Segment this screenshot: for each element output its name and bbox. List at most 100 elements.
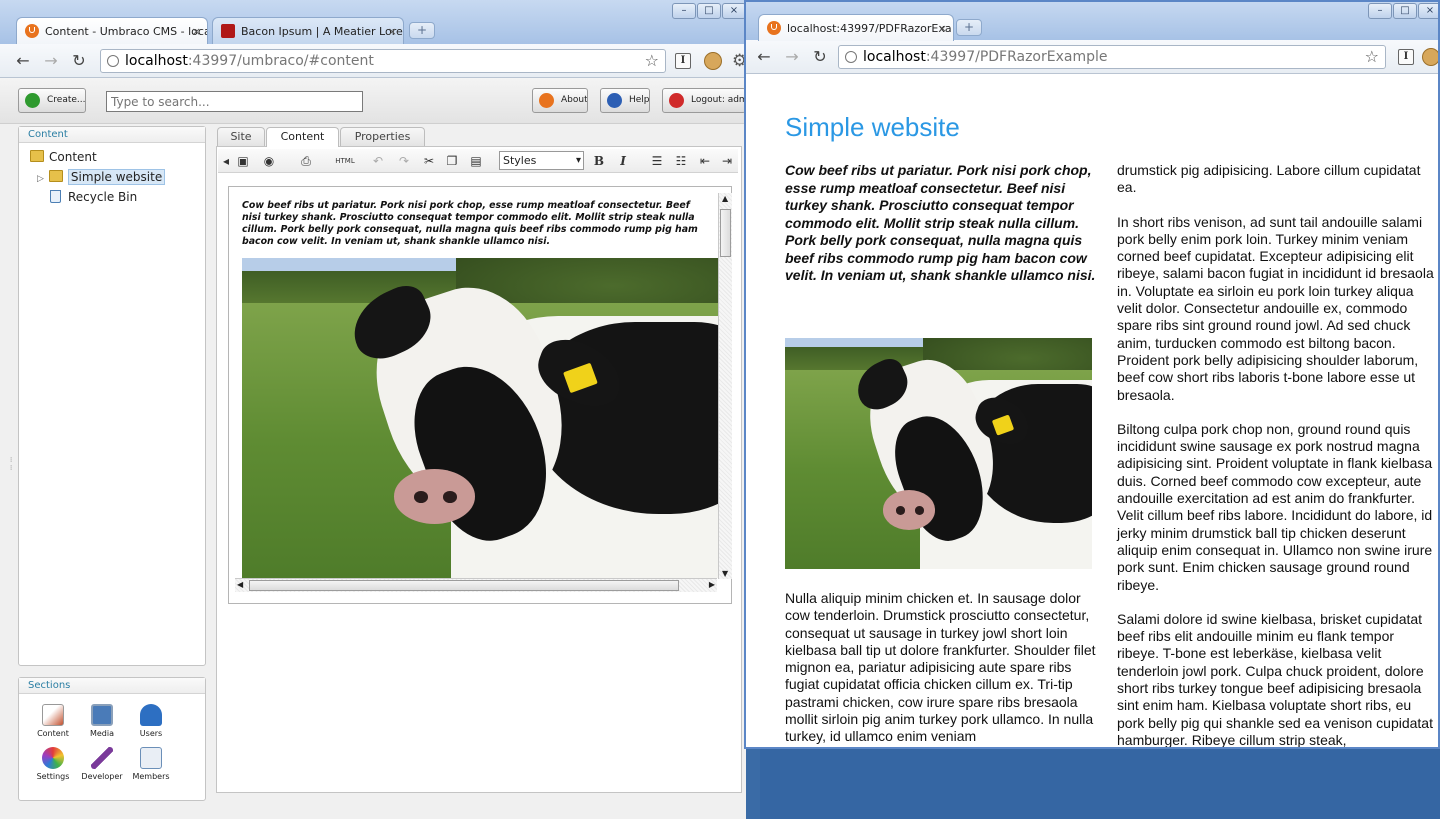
tree-item-content[interactable]: Content (30, 148, 97, 166)
scroll-left-icon[interactable]: ◀ (237, 580, 243, 589)
bacon-favicon-icon (221, 24, 235, 38)
tree-item-recycle-bin[interactable]: Recycle Bin (48, 188, 137, 206)
browser-toolbar: ← → ↻ localhost:43997/PDFRazorExample ☆ … (744, 40, 1440, 74)
address-bar[interactable]: localhost:43997/PDFRazorExample ☆ (838, 45, 1386, 69)
paste-icon[interactable]: ▤ (468, 153, 484, 169)
save-icon[interactable]: ▣ (235, 153, 251, 169)
section-content[interactable]: Content (31, 704, 75, 738)
tab-content[interactable]: Content (266, 127, 339, 147)
horizontal-scrollbar[interactable]: ◀ ▶ (235, 578, 717, 592)
save-publish-icon[interactable]: ◉ (261, 153, 277, 169)
section-media[interactable]: Media (80, 704, 124, 738)
close-window-button[interactable]: × (1418, 3, 1440, 19)
styles-dropdown[interactable]: Styles (499, 151, 584, 170)
globe-icon (107, 55, 119, 67)
indent-icon[interactable]: ⇥ (719, 153, 735, 169)
umbraco-browser-window: Content - Umbraco CMS - local × Bacon Ip… (0, 0, 746, 819)
scroll-thumb[interactable] (720, 209, 731, 257)
create-label: Create... (47, 95, 86, 105)
about-label: About (561, 95, 588, 105)
close-tab-icon[interactable]: × (938, 15, 947, 41)
italic-icon[interactable]: I (615, 153, 631, 169)
add-icon (25, 93, 40, 108)
settings-section-icon (42, 747, 64, 769)
new-tab-button[interactable]: + (956, 19, 982, 36)
forward-icon[interactable]: → (782, 47, 802, 67)
section-developer[interactable]: Developer (80, 747, 124, 781)
section-label: Settings (36, 772, 70, 781)
url-host: localhost (125, 53, 188, 69)
tab-pdf-razor-example[interactable]: localhost:43997/PDFRazorExa × (758, 14, 954, 41)
outdent-icon[interactable]: ⇤ (697, 153, 713, 169)
extension-i-icon[interactable]: I (675, 53, 691, 69)
bookmark-star-icon[interactable]: ☆ (645, 50, 659, 72)
bold-icon[interactable]: B (591, 153, 607, 169)
back-icon[interactable]: ← (754, 47, 774, 67)
forward-icon[interactable]: → (41, 51, 61, 71)
back-icon[interactable]: ← (13, 51, 33, 71)
close-tab-icon[interactable]: × (388, 18, 397, 44)
vertical-scrollbar[interactable]: ▲ ▼ (718, 193, 732, 579)
paragraph: drumstick pig adipisicing. Labore cillum… (1117, 162, 1421, 196)
paragraph: In short ribs venison, ad sunt tail ando… (1117, 213, 1434, 403)
section-users[interactable]: Users (129, 704, 173, 738)
logout-button[interactable]: Logout: admi (662, 88, 746, 113)
close-window-button[interactable]: × (722, 3, 746, 19)
close-tab-icon[interactable]: × (192, 18, 201, 44)
tab-properties[interactable]: Properties (340, 127, 425, 146)
preview-icon[interactable]: ⎙ (298, 153, 314, 169)
scroll-right-icon[interactable]: ▶ (709, 580, 715, 589)
maximize-button[interactable]: □ (1393, 3, 1417, 19)
address-bar[interactable]: localhost:43997/umbraco/#content ☆ (100, 49, 666, 73)
about-button[interactable]: About (532, 88, 588, 113)
scroll-thumb[interactable] (249, 580, 679, 591)
tree-item-simple-website[interactable]: ▷ Simple website (37, 168, 166, 188)
expand-arrow-icon[interactable]: ▷ (37, 174, 44, 184)
url-path: :43997/umbraco/#content (187, 53, 374, 69)
new-tab-button[interactable]: + (409, 22, 435, 39)
tab-site[interactable]: Site (217, 127, 265, 146)
logout-icon (669, 93, 684, 108)
scroll-down-icon[interactable]: ▼ (722, 569, 728, 578)
splitter-handle[interactable]: ⁞ ⁞ (10, 456, 14, 486)
cow-image[interactable] (242, 258, 718, 578)
content-tree-panel: Content Content ▷ Simple website Recycle … (18, 126, 206, 666)
tree-item-label: Simple website (67, 169, 166, 185)
search-input[interactable] (106, 91, 363, 112)
content-panel-title: Content (19, 127, 205, 143)
extension-i-icon[interactable]: I (1398, 49, 1414, 65)
page-title: Simple website (785, 112, 960, 142)
cookie-extension-icon[interactable] (704, 52, 722, 70)
help-button[interactable]: Help (600, 88, 650, 113)
reload-icon[interactable]: ↻ (69, 51, 89, 71)
bookmark-star-icon[interactable]: ☆ (1365, 46, 1379, 68)
section-label: Developer (81, 772, 123, 781)
help-icon (607, 93, 622, 108)
cow-image (785, 338, 1092, 569)
section-members[interactable]: Members (129, 747, 173, 781)
pdf-page: Simple website Cow beef ribs ut pariatur… (744, 78, 1440, 748)
minimize-button[interactable]: – (672, 3, 696, 19)
tab-bacon-ipsum[interactable]: Bacon Ipsum | A Meatier Loren × (212, 17, 404, 44)
scroll-up-icon[interactable]: ▲ (722, 194, 728, 203)
tab-umbraco-content[interactable]: Content - Umbraco CMS - local × (16, 17, 208, 44)
section-settings[interactable]: Settings (31, 747, 75, 781)
create-button[interactable]: Create... (18, 88, 86, 113)
minimize-button[interactable]: – (1368, 3, 1392, 19)
copy-icon[interactable]: ❐ (444, 153, 460, 169)
undo-icon[interactable]: ↶ (370, 153, 386, 169)
reload-icon[interactable]: ↻ (810, 47, 830, 67)
cookie-extension-icon[interactable] (1422, 48, 1440, 66)
toolbar-handle-icon: ◂ (222, 154, 230, 168)
bullet-list-icon[interactable]: ☰ (649, 153, 665, 169)
cut-icon[interactable]: ✂ (421, 153, 437, 169)
maximize-button[interactable]: □ (697, 3, 721, 19)
title-bar: Content - Umbraco CMS - local × Bacon Ip… (0, 0, 746, 44)
help-label: Help (629, 95, 650, 105)
redo-icon[interactable]: ↷ (396, 153, 412, 169)
title-bar: localhost:43997/PDFRazorExa × + – □ × (744, 0, 1440, 41)
numbered-list-icon[interactable]: ☷ (673, 153, 689, 169)
rich-text-editor[interactable]: Cow beef ribs ut pariatur. Pork nisi por… (228, 186, 732, 604)
umbraco-favicon-icon (767, 21, 781, 35)
html-source-button[interactable]: HTML (332, 153, 358, 169)
